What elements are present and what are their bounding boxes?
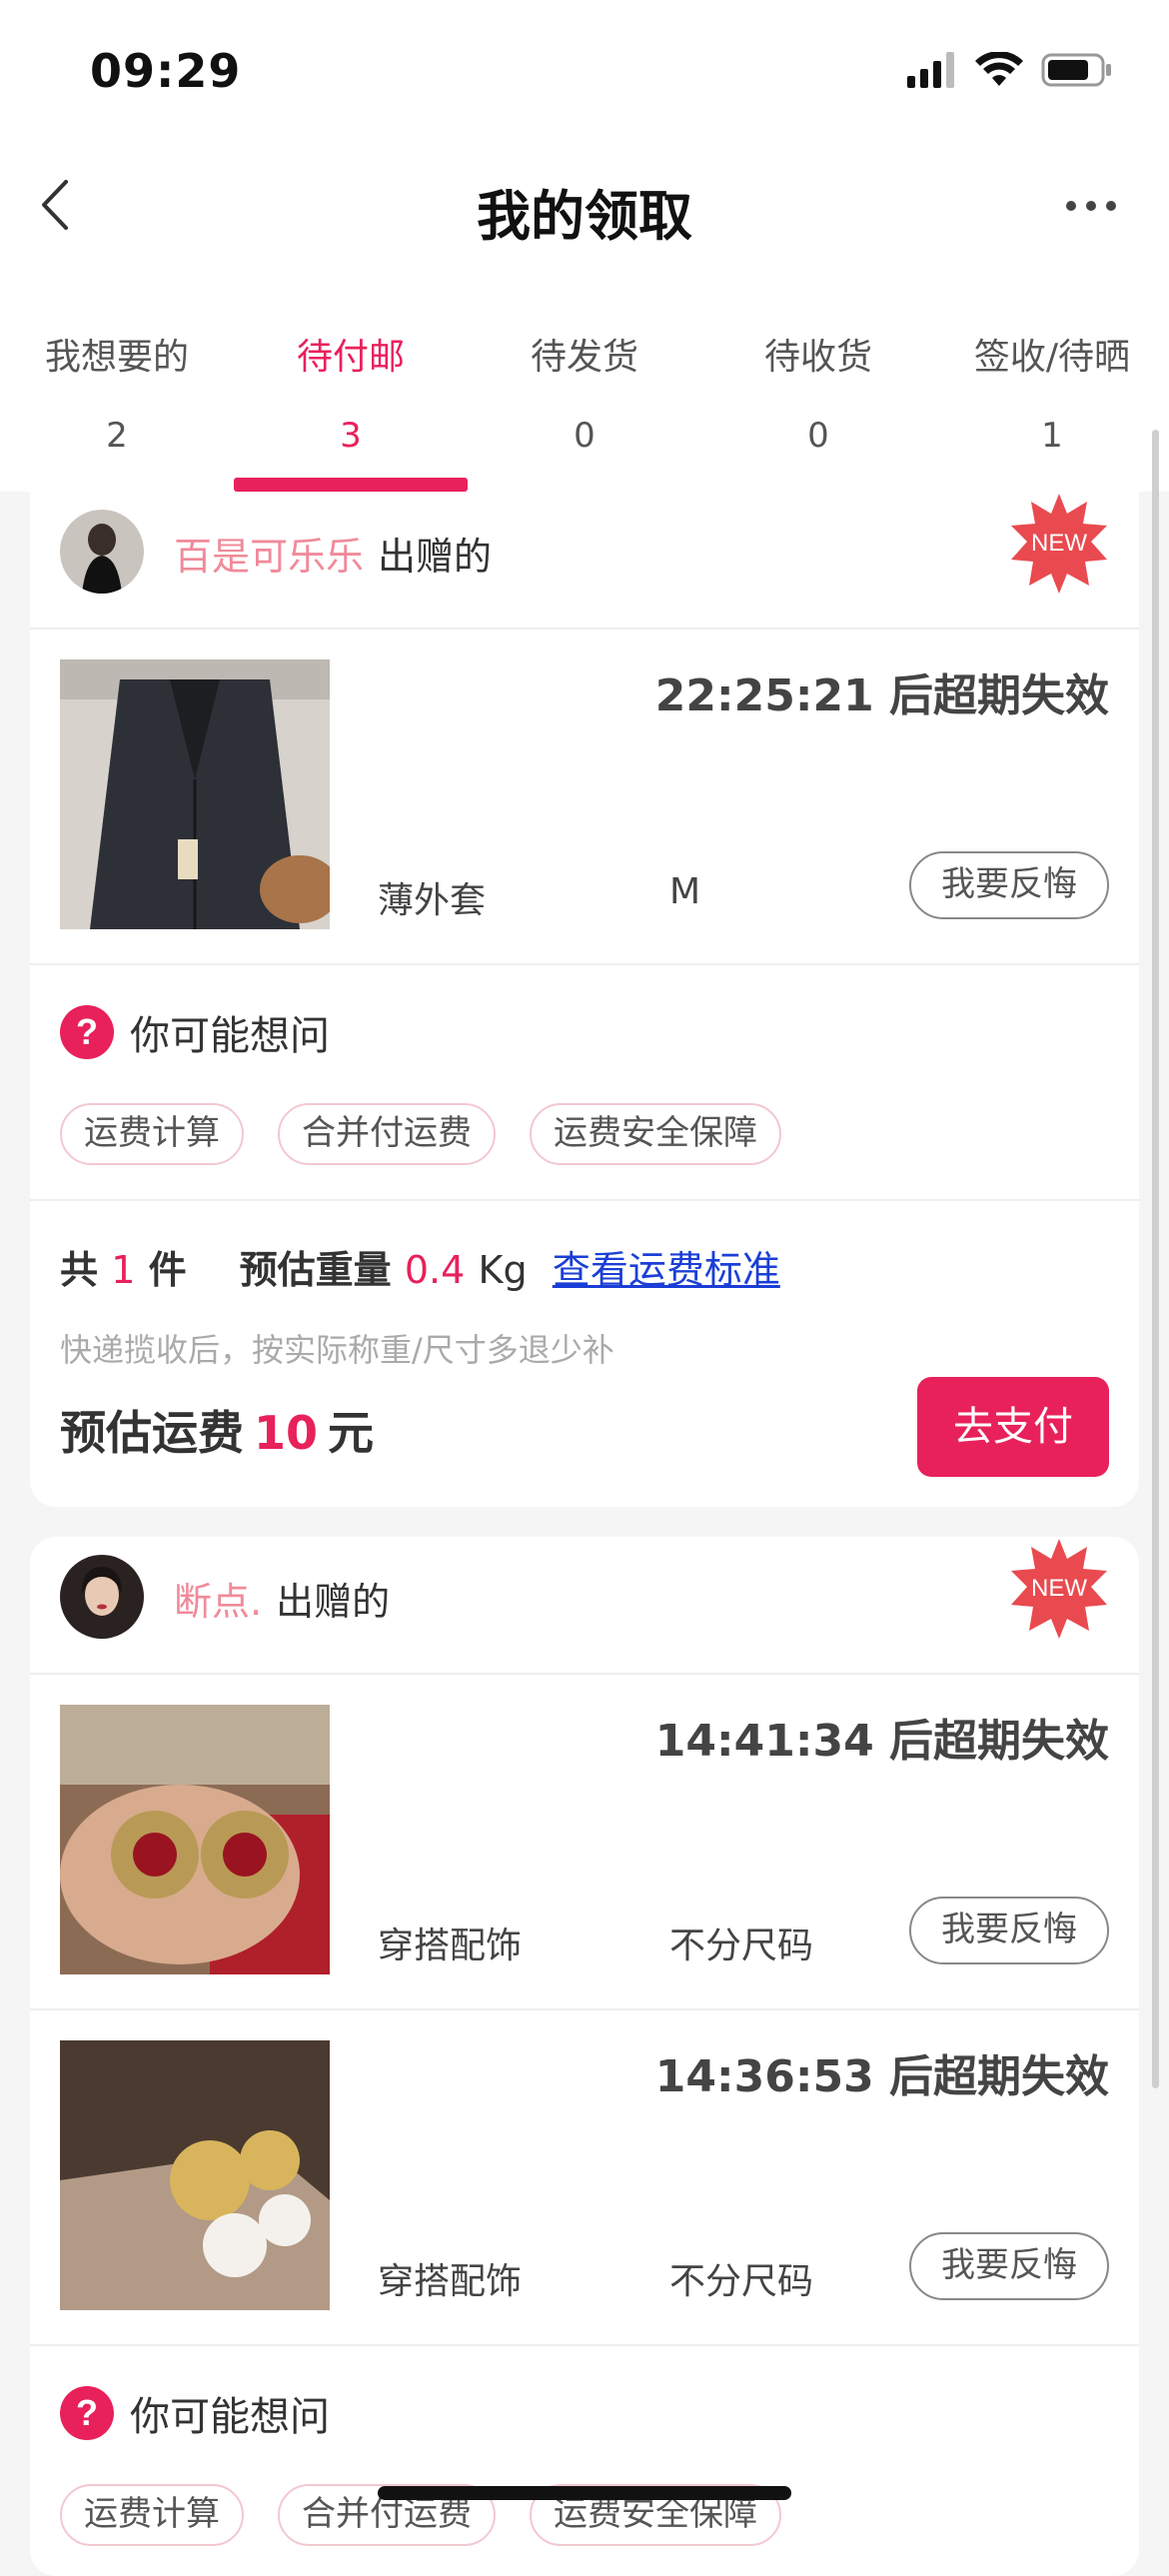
donor-suffix: 出赠的 bbox=[276, 1580, 391, 1624]
battery-icon bbox=[1041, 53, 1111, 87]
svg-text:?: ? bbox=[76, 2392, 98, 2433]
signal-icon bbox=[907, 52, 954, 88]
page-title: 我的领取 bbox=[477, 185, 692, 248]
item-size: 不分尺码 bbox=[669, 2261, 814, 2302]
home-indicator[interactable] bbox=[378, 2486, 791, 2500]
fee-amount: 10 bbox=[254, 1406, 319, 1460]
more-icon[interactable] bbox=[1061, 176, 1121, 236]
tab-indicator bbox=[234, 478, 468, 492]
item-size: 不分尺码 bbox=[669, 1926, 814, 1966]
avatar[interactable] bbox=[60, 1555, 144, 1639]
nav-bar: 我的领取 bbox=[0, 150, 1169, 262]
faq-header: ? 你可能想问 bbox=[60, 2384, 330, 2442]
faq-chip-freight-calc[interactable]: 运费计算 bbox=[60, 2484, 244, 2546]
svg-text:NEW: NEW bbox=[1031, 530, 1087, 557]
tab-count: 3 bbox=[340, 416, 362, 456]
tab-received[interactable]: 签收/待晒 1 bbox=[935, 262, 1169, 492]
item-category: 薄外套 bbox=[378, 880, 487, 921]
faq-header: ? 你可能想问 bbox=[60, 1003, 330, 1061]
regret-button[interactable]: 我要反悔 bbox=[909, 1897, 1109, 1964]
scrollbar[interactable] bbox=[1152, 430, 1159, 2088]
tab-pending-shipment[interactable]: 待发货 0 bbox=[468, 262, 701, 492]
tab-label: 我想要的 bbox=[44, 337, 189, 378]
payment-summary: 共 1 件 预估重量 0.4 Kg 查看运费标准 快递揽收后，按实际称重/尺寸多… bbox=[30, 1201, 1139, 1501]
status-icons bbox=[907, 52, 1113, 88]
faq-chip-combine-pay[interactable]: 合并付运费 bbox=[278, 1103, 496, 1165]
item-count: 1 bbox=[111, 1248, 136, 1292]
expire-countdown: 22:25:21 后超期失效 bbox=[654, 670, 1109, 721]
order-card: 百是可乐乐出赠的 NEW 22:25:21 后超期失效 薄外套 M 我要反悔 bbox=[30, 492, 1139, 1507]
tab-pending-receipt[interactable]: 待收货 0 bbox=[701, 262, 935, 492]
tab-count: 2 bbox=[106, 416, 128, 456]
tab-pending-postage[interactable]: 待付邮 3 bbox=[234, 262, 468, 492]
weight-value: 0.4 bbox=[404, 1248, 466, 1292]
tab-label: 待收货 bbox=[763, 337, 872, 378]
donor-suffix: 出赠的 bbox=[378, 535, 493, 579]
faq-title: 你可能想问 bbox=[130, 1013, 330, 1059]
expire-countdown: 14:41:34 后超期失效 bbox=[654, 1716, 1109, 1767]
status-time: 09:29 bbox=[90, 44, 242, 98]
order-card: 断点. 出赠的 NEW 14:41:34 后超期失效 穿搭配饰 不分尺码 我要反悔 bbox=[30, 1537, 1139, 2576]
tab-count: 1 bbox=[1041, 416, 1063, 456]
tab-label: 待付邮 bbox=[296, 337, 405, 378]
tab-count: 0 bbox=[574, 416, 595, 456]
pay-button[interactable]: 去支付 bbox=[917, 1377, 1109, 1477]
faq-chip-freight-calc[interactable]: 运费计算 bbox=[60, 1103, 244, 1165]
faq-section: ? 你可能想问 运费计算 合并付运费 运费安全保障 bbox=[30, 965, 1139, 1201]
regret-button[interactable]: 我要反悔 bbox=[909, 851, 1109, 919]
svg-text:?: ? bbox=[76, 1011, 98, 1052]
faq-chip-freight-safety[interactable]: 运费安全保障 bbox=[530, 1103, 781, 1165]
item-size: M bbox=[669, 871, 701, 912]
tab-label: 签收/待晒 bbox=[973, 337, 1131, 378]
item-row[interactable]: 14:36:53 后超期失效 穿搭配饰 不分尺码 我要反悔 bbox=[30, 2010, 1139, 2346]
summary-line: 共 1 件 预估重量 0.4 Kg 查看运费标准 bbox=[60, 1248, 780, 1292]
item-thumbnail[interactable] bbox=[60, 2040, 330, 2310]
tab-want[interactable]: 我想要的 2 bbox=[0, 262, 234, 492]
regret-button[interactable]: 我要反悔 bbox=[909, 2232, 1109, 2300]
item-row[interactable]: 22:25:21 后超期失效 薄外套 M 我要反悔 bbox=[30, 630, 1139, 965]
freight-standard-link[interactable]: 查看运费标准 bbox=[553, 1248, 780, 1292]
tab-label: 待发货 bbox=[530, 337, 638, 378]
donor-name[interactable]: 断点. 出赠的 bbox=[174, 1571, 390, 1626]
question-icon: ? bbox=[60, 2386, 114, 2440]
faq-section: ? 你可能想问 运费计算 合并付运费 运费安全保障 bbox=[30, 2346, 1139, 2576]
donor-row[interactable]: 断点. 出赠的 NEW bbox=[30, 1537, 1139, 1675]
avatar[interactable] bbox=[60, 510, 144, 594]
item-thumbnail[interactable] bbox=[60, 659, 330, 929]
svg-text:NEW: NEW bbox=[1031, 1575, 1087, 1602]
faq-chips: 运费计算 合并付运费 运费安全保障 bbox=[60, 1103, 781, 1165]
status-bar: 09:29 bbox=[0, 0, 1169, 150]
question-icon: ? bbox=[60, 1005, 114, 1059]
tab-count: 0 bbox=[807, 416, 829, 456]
new-badge-icon: NEW bbox=[1011, 1539, 1107, 1639]
donor-name[interactable]: 百是可乐乐 出赠的 bbox=[174, 526, 492, 581]
estimated-fee: 预估运费 10 元 bbox=[60, 1406, 375, 1460]
wifi-icon bbox=[975, 52, 1023, 86]
item-thumbnail[interactable] bbox=[60, 1705, 330, 1974]
item-category: 穿搭配饰 bbox=[378, 1926, 523, 1966]
item-row[interactable]: 14:41:34 后超期失效 穿搭配饰 不分尺码 我要反悔 bbox=[30, 1675, 1139, 2010]
freight-note: 快递揽收后，按实际称重/尺寸多退少补 bbox=[60, 1331, 614, 1369]
new-badge-icon: NEW bbox=[1011, 494, 1107, 594]
faq-title: 你可能想问 bbox=[130, 2394, 330, 2440]
donor-row[interactable]: 百是可乐乐 出赠的 NEW bbox=[30, 492, 1139, 630]
status-tabs: 我想要的 2 待付邮 3 待发货 0 待收货 0 签收/待晒 1 bbox=[0, 262, 1169, 492]
expire-countdown: 14:36:53 后超期失效 bbox=[654, 2051, 1109, 2102]
item-category: 穿搭配饰 bbox=[378, 2261, 523, 2302]
